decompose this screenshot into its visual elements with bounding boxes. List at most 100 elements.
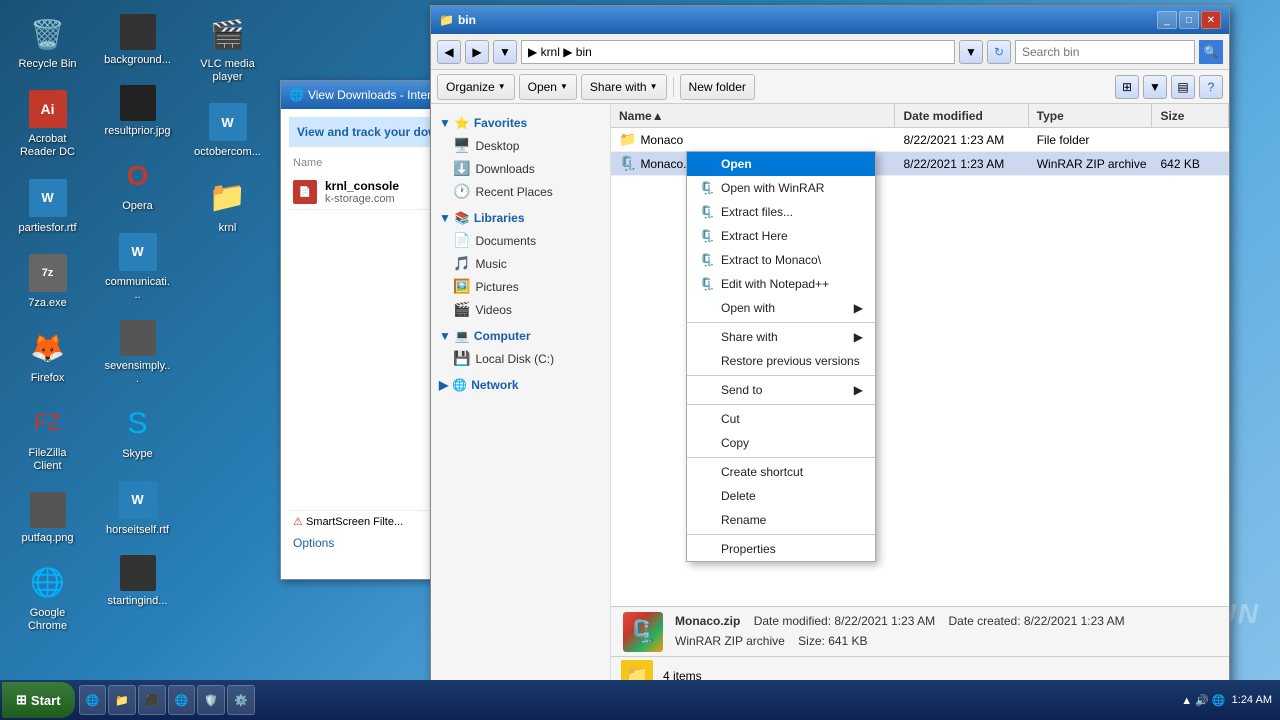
ctx-item-delete[interactable]: Delete: [687, 484, 875, 508]
download-window-title: View Downloads - Inter...: [308, 88, 441, 102]
properties-icon: [699, 541, 715, 557]
address-text: ▶ krnl ▶ bin: [528, 45, 592, 59]
view-list-btn[interactable]: ⊞: [1115, 75, 1139, 99]
ctx-item-properties[interactable]: Properties: [687, 537, 875, 561]
address-dropdown[interactable]: ▼: [959, 40, 983, 64]
send-to-arrow: ▶: [854, 383, 863, 397]
krnl-folder-icon[interactable]: 📁 krnl: [190, 174, 265, 239]
ctx-item-open-winrar[interactable]: 🗜️ Open with WinRAR: [687, 176, 875, 200]
startingind-icon[interactable]: startingind...: [100, 551, 175, 612]
help-btn[interactable]: ?: [1199, 75, 1223, 99]
table-row[interactable]: 📁 Monaco 8/22/2021 1:23 AM File folder: [611, 128, 1229, 152]
ctx-item-extract-files[interactable]: 🗜️ Extract files...: [687, 200, 875, 224]
videos-label: Videos: [475, 303, 511, 317]
up-button[interactable]: ▼: [493, 40, 517, 64]
ctx-item-edit-notepad[interactable]: 🗜️ Edit with Notepad++: [687, 272, 875, 296]
explorer-title: 📁 bin: [439, 13, 476, 27]
skype-icon[interactable]: S Skype: [100, 400, 175, 465]
window-controls: _ □ ✕: [1157, 11, 1221, 29]
taskbar-item-explorer[interactable]: 📁: [108, 685, 136, 715]
ctx-item-open[interactable]: Open: [687, 152, 875, 176]
favorites-header[interactable]: ▼ ⭐ Favorites: [431, 112, 610, 134]
sidebar-item-videos[interactable]: 🎬 Videos: [431, 298, 610, 321]
libraries-section: ▼ 📚 Libraries 📄 Documents 🎵 Music 🖼️: [431, 207, 610, 321]
partiesfor-icon[interactable]: W partiesfor.rtf: [10, 174, 85, 239]
file-date-cell: 8/22/2021 1:23 AM: [895, 155, 1028, 173]
sidebar-item-recent[interactable]: 🕐 Recent Places: [431, 180, 610, 203]
octobercom-icon[interactable]: W octobercom...: [190, 98, 265, 163]
vlc-icon[interactable]: 🎬 VLC media player: [190, 10, 265, 88]
taskbar-item-ie[interactable]: 🌐: [79, 685, 107, 715]
ctx-item-open-with[interactable]: Open with ▶: [687, 296, 875, 320]
taskbar-item-settings[interactable]: ⚙️: [227, 685, 255, 715]
libraries-header[interactable]: ▼ 📚 Libraries: [431, 207, 610, 229]
sidebar-item-pictures[interactable]: 🖼️ Pictures: [431, 275, 610, 298]
preview-pane-btn[interactable]: ▤: [1171, 75, 1195, 99]
recycle-bin-icon[interactable]: 🗑️ Recycle Bin: [10, 10, 85, 75]
new-folder-btn[interactable]: New folder: [680, 74, 755, 100]
back-button[interactable]: ◀: [437, 40, 461, 64]
chrome-icon[interactable]: 🌐 Google Chrome: [10, 559, 85, 637]
sevensimply-icon[interactable]: sevensimply...: [100, 316, 175, 390]
view-dropdown-btn[interactable]: ▼: [1143, 75, 1167, 99]
computer-header[interactable]: ▼ 💻 Computer: [431, 325, 610, 347]
ctx-delete-label: Delete: [721, 489, 756, 503]
taskbar-item-cmd[interactable]: ⬛: [138, 685, 166, 715]
ctx-item-restore-versions[interactable]: Restore previous versions: [687, 349, 875, 373]
sidebar-item-documents[interactable]: 📄 Documents: [431, 229, 610, 252]
file-size-cell: 642 KB: [1153, 155, 1230, 173]
ctx-item-extract-here[interactable]: 🗜️ Extract Here: [687, 224, 875, 248]
maximize-btn[interactable]: □: [1179, 11, 1199, 29]
sidebar-item-desktop[interactable]: 🖥️ Desktop: [431, 134, 610, 157]
ctx-item-extract-to[interactable]: 🗜️ Extract to Monaco\: [687, 248, 875, 272]
sidebar-item-downloads[interactable]: ⬇️ Downloads: [431, 157, 610, 180]
taskbar-item-chrome[interactable]: 🌐: [168, 685, 196, 715]
ctx-item-rename[interactable]: Rename: [687, 508, 875, 532]
forward-button[interactable]: ▶: [465, 40, 489, 64]
acrobat-icon[interactable]: Ai Acrobat Reader DC: [10, 85, 85, 163]
open-btn[interactable]: Open ▼: [519, 74, 577, 100]
search-input[interactable]: [1015, 40, 1195, 64]
minimize-btn[interactable]: _: [1157, 11, 1177, 29]
background-icon[interactable]: background...: [100, 10, 175, 71]
col-name-header[interactable]: Name ▲: [611, 104, 895, 127]
sidebar-item-music[interactable]: 🎵 Music: [431, 252, 610, 275]
opera-icon[interactable]: O Opera: [100, 152, 175, 217]
col-type-header[interactable]: Type: [1029, 104, 1153, 127]
copy-icon: [699, 435, 715, 451]
resultprior-icon[interactable]: resultprior.jpg: [100, 81, 175, 142]
download-item-icon: 📄: [293, 180, 317, 204]
send-to-icon: [699, 382, 715, 398]
ctx-item-create-shortcut[interactable]: Create shortcut: [687, 460, 875, 484]
refresh-btn[interactable]: ↻: [987, 40, 1011, 64]
share-btn[interactable]: Share with ▼: [581, 74, 667, 100]
ctx-item-copy[interactable]: Copy: [687, 431, 875, 455]
network-icon: 🌐: [452, 378, 467, 392]
network-header[interactable]: ▶ 🌐 Network: [431, 374, 610, 396]
putfaq-icon[interactable]: putfaq.png: [10, 488, 85, 549]
close-btn[interactable]: ✕: [1201, 11, 1221, 29]
start-button[interactable]: ⊞ Start: [2, 682, 75, 718]
favorites-section: ▼ ⭐ Favorites 🖥️ Desktop ⬇️ Downloads 🕐: [431, 112, 610, 203]
ctx-item-send-to[interactable]: Send to ▶: [687, 378, 875, 402]
horseitself-icon[interactable]: W horseitself.rtf: [100, 476, 175, 541]
ctx-item-cut[interactable]: Cut: [687, 407, 875, 431]
col-size-header[interactable]: Size: [1152, 104, 1229, 127]
firefox-icon[interactable]: 🦊 Firefox: [10, 324, 85, 389]
7za-icon[interactable]: 7z 7za.exe: [10, 249, 85, 314]
ctx-item-share-with[interactable]: Share with ▶: [687, 325, 875, 349]
filezilla-icon[interactable]: FZ FileZilla Client: [10, 399, 85, 477]
search-button[interactable]: 🔍: [1199, 40, 1223, 64]
documents-label: Documents: [475, 234, 536, 248]
address-path[interactable]: ▶ krnl ▶ bin: [521, 40, 955, 64]
taskbar-item-antivirus[interactable]: 🛡️: [197, 685, 225, 715]
explorer-titlebar: 📁 bin _ □ ✕: [431, 6, 1229, 34]
computer-label: Computer: [474, 329, 531, 343]
organize-btn[interactable]: Organize ▼: [437, 74, 515, 100]
communication-icon[interactable]: W communicati...: [100, 228, 175, 306]
ctx-open-label: Open: [721, 157, 752, 171]
network-section: ▶ 🌐 Network: [431, 374, 610, 396]
ctx-copy-label: Copy: [721, 436, 749, 450]
col-date-header[interactable]: Date modified: [895, 104, 1028, 127]
sidebar-item-local-disk[interactable]: 💾 Local Disk (C:): [431, 347, 610, 370]
